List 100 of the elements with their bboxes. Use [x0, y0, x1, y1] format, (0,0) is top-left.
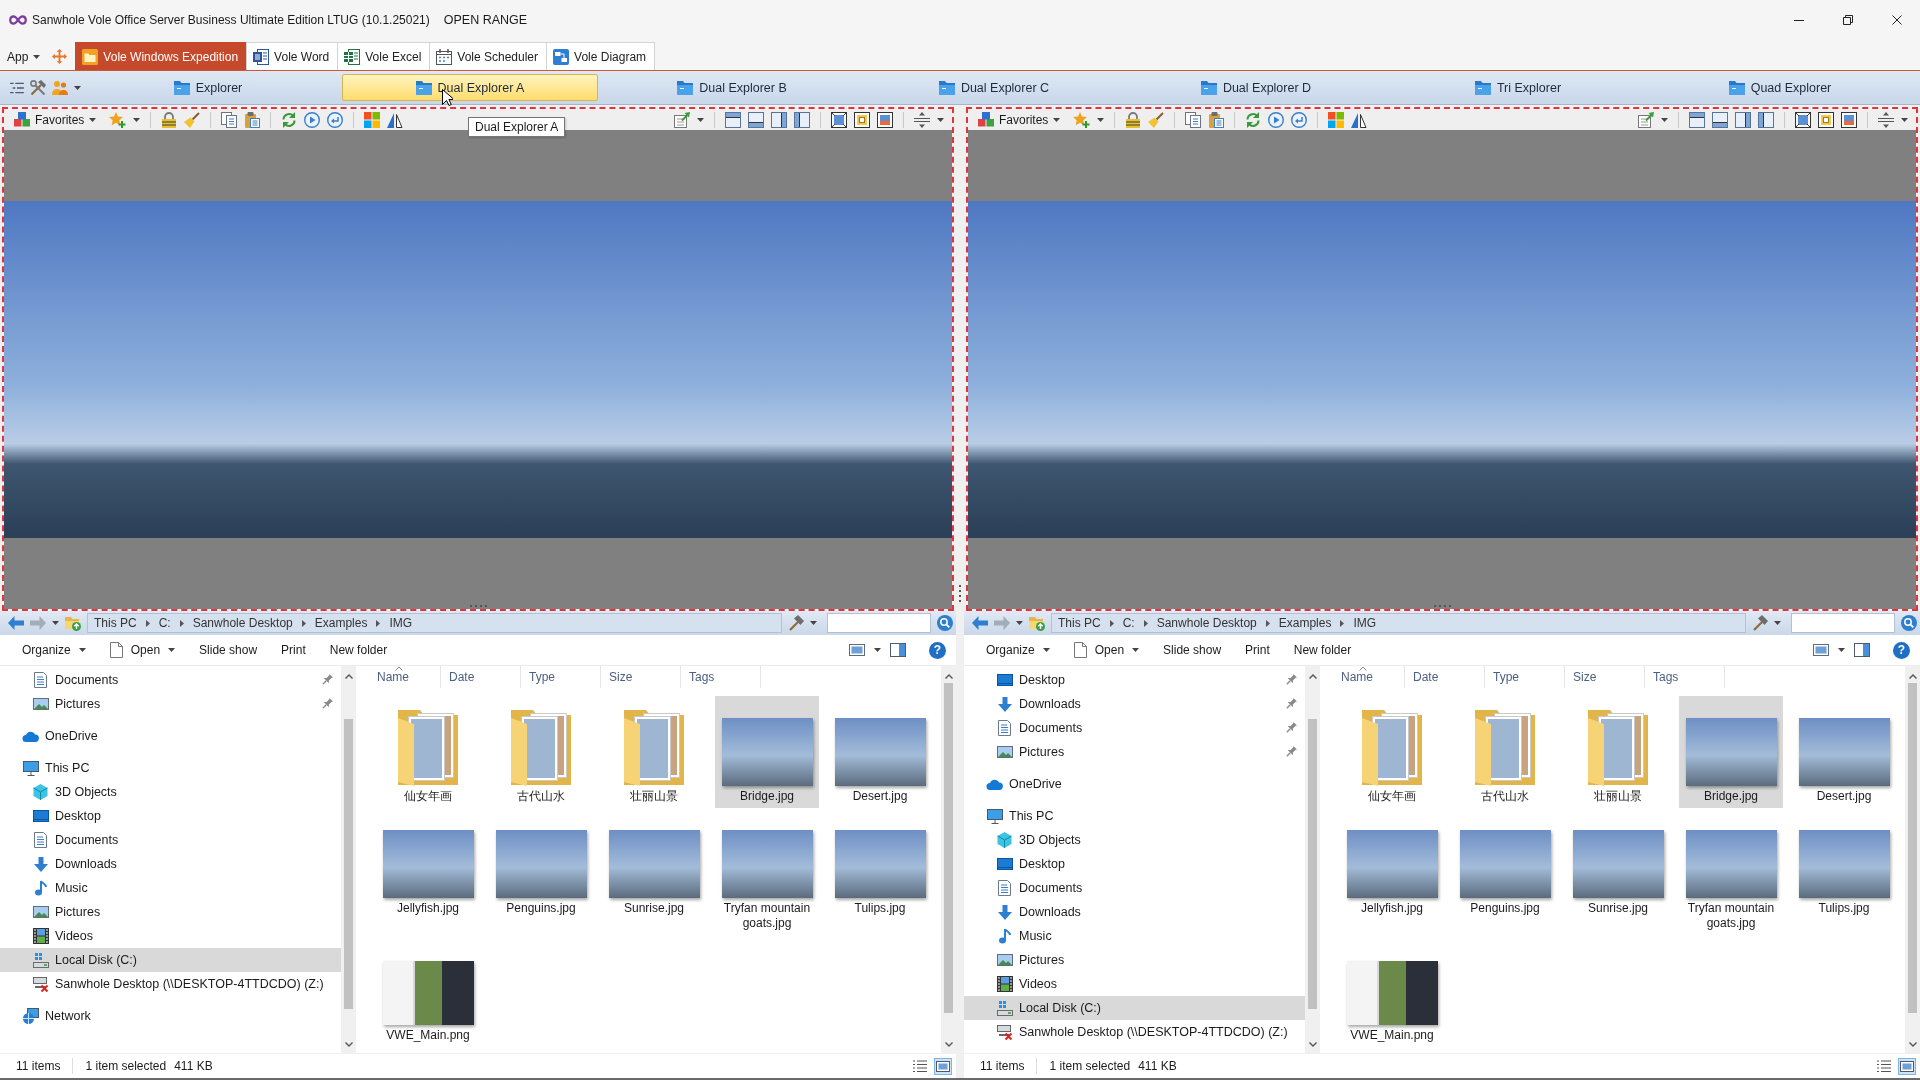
nav-item[interactable]: OneDrive	[964, 772, 1305, 796]
pane-right-icon[interactable]	[1735, 111, 1751, 128]
ribbon-tab[interactable]: Vole Word	[246, 42, 339, 70]
explorer-tab[interactable]: Dual Explorer B	[604, 74, 860, 101]
nav-item[interactable]: Music	[0, 876, 341, 900]
command-button[interactable]: Slide show	[1151, 637, 1234, 663]
file-item[interactable]: Sunrise.jpg	[1566, 808, 1670, 920]
nav-item[interactable]: Local Disk (C:)	[0, 948, 341, 972]
command-button[interactable]: Open	[1061, 637, 1152, 663]
nav-item[interactable]: Downloads	[0, 852, 341, 876]
file-item[interactable]: Jellyfish.jpg	[376, 808, 480, 920]
splitter-icon[interactable]	[914, 111, 930, 128]
copy-icon[interactable]	[1185, 111, 1202, 128]
file-item[interactable]: Desert.jpg	[828, 696, 932, 808]
caret-icon[interactable]	[1901, 117, 1908, 122]
nav-item[interactable]: This PC	[964, 804, 1305, 828]
clipboard-icon[interactable]	[1208, 111, 1225, 128]
nav-item[interactable]: Documents	[964, 716, 1305, 740]
breadcrumb-item[interactable]: IMG	[389, 616, 413, 630]
file-item[interactable]: 仙女年画	[376, 696, 480, 808]
nav-item[interactable]: Pictures	[964, 740, 1305, 764]
breadcrumb-item[interactable]: Examples	[1278, 616, 1332, 630]
caret-icon[interactable]	[52, 621, 59, 625]
nav-item[interactable]: Sanwhole Desktop (\\DESKTOP-4TTDCDO) (Z:)	[0, 972, 341, 996]
nav-item[interactable]: Desktop	[964, 852, 1305, 876]
explorer-tab[interactable]: Tri Explorer	[1390, 74, 1646, 101]
explorer-tab[interactable]: Dual Explorer C	[866, 74, 1122, 101]
chevron-icon[interactable]	[1340, 619, 1345, 627]
search-field[interactable]	[827, 613, 931, 633]
breadcrumb-item[interactable]: C:	[158, 616, 171, 630]
play-icon[interactable]	[304, 111, 321, 128]
help-button[interactable]: ?	[1893, 641, 1910, 659]
nav-item[interactable]: Videos	[964, 972, 1305, 996]
scroll-up-icon[interactable]	[344, 674, 353, 679]
breadcrumb-item[interactable]: IMG	[1353, 616, 1377, 630]
ribbon-tab[interactable]: Vole Windows Expedition	[75, 42, 248, 70]
chevron-icon[interactable]	[1265, 619, 1270, 627]
pane-bottom-icon[interactable]	[748, 111, 764, 128]
command-button[interactable]: Open	[97, 637, 188, 663]
nav-item[interactable]: Desktop	[964, 668, 1305, 692]
restore-icon[interactable]	[1843, 15, 1853, 25]
indent-list-icon[interactable]	[10, 81, 24, 94]
column-header[interactable]: Tags	[1645, 666, 1725, 688]
lock-icon[interactable]	[161, 111, 178, 128]
refresh-icon[interactable]	[281, 111, 298, 128]
hammer-icon[interactable]	[788, 615, 804, 631]
file-item[interactable]: Penguins.jpg	[1453, 808, 1557, 920]
caret-icon[interactable]	[697, 117, 704, 122]
ribbon-tab[interactable]: Vole Excel	[337, 42, 431, 70]
nav-item[interactable]: Documents	[0, 668, 341, 692]
file-item[interactable]: Jellyfish.jpg	[1340, 808, 1444, 920]
command-button[interactable]: Organize	[974, 637, 1062, 663]
search-icon[interactable]	[1901, 615, 1917, 631]
scrollbar-thumb[interactable]	[1308, 719, 1317, 1009]
close-icon[interactable]	[1892, 15, 1902, 25]
star-plus-icon[interactable]	[109, 111, 127, 128]
move-icon[interactable]	[52, 49, 68, 64]
caret-icon[interactable]	[937, 117, 944, 122]
details-view-icon[interactable]	[1875, 1057, 1893, 1075]
app-menu-button[interactable]: App	[7, 43, 41, 70]
column-header[interactable]: Name	[1333, 666, 1405, 688]
file-item[interactable]: Sunrise.jpg	[602, 808, 706, 920]
pin-icon[interactable]	[1285, 746, 1297, 758]
folder-up-icon[interactable]	[65, 615, 81, 631]
column-header[interactable]: Size	[1565, 666, 1645, 688]
scroll-up-icon[interactable]	[1308, 674, 1317, 679]
nav-item[interactable]: Local Disk (C:)	[964, 996, 1305, 1020]
nav-item[interactable]: Music	[964, 924, 1305, 948]
pin-icon[interactable]	[321, 674, 333, 686]
nav-item[interactable]: Downloads	[964, 692, 1305, 716]
caret-icon[interactable]	[1097, 117, 1105, 122]
pin-icon[interactable]	[1285, 698, 1297, 710]
file-item[interactable]: VWE_Main.png	[1340, 935, 1444, 1047]
ribbon-tab[interactable]: Vole Diagram	[546, 42, 656, 70]
file-item[interactable]: Tulips.jpg	[828, 808, 932, 920]
nav-item[interactable]: OneDrive	[0, 724, 341, 748]
column-header[interactable]: Name	[369, 666, 441, 688]
scroll-down-icon[interactable]	[944, 1042, 953, 1047]
frame-icon[interactable]	[854, 111, 870, 128]
file-item[interactable]: 古代山水	[1453, 696, 1557, 808]
mirror-triangles-icon[interactable]	[387, 111, 404, 128]
explorer-tab[interactable]: Quad Explorer	[1652, 74, 1908, 101]
ribbon-tab[interactable]: Vole Scheduler	[429, 42, 548, 70]
breadcrumb-item[interactable]: This PC	[1058, 616, 1101, 630]
help-button[interactable]: ?	[929, 641, 946, 659]
file-item[interactable]: VWE_Main.png	[376, 935, 480, 1047]
back-arrow-icon[interactable]	[972, 616, 988, 630]
preview-pane-icon[interactable]	[890, 643, 906, 657]
pane-left-icon[interactable]	[794, 111, 810, 128]
nav-item[interactable]: Downloads	[964, 900, 1305, 924]
pin-icon[interactable]	[1285, 674, 1297, 686]
column-header[interactable]: Date	[441, 666, 521, 688]
file-item[interactable]: Tryfan mountain goats.jpg	[715, 808, 819, 935]
caret-icon[interactable]	[810, 621, 817, 625]
hammer-icon[interactable]	[1752, 615, 1768, 631]
refresh-icon[interactable]	[1245, 111, 1262, 128]
star-plus-icon[interactable]	[1073, 111, 1091, 128]
view-icon[interactable]	[1813, 644, 1829, 656]
explorer-tab[interactable]: Dual Explorer A	[342, 74, 598, 101]
scroll-up-icon[interactable]	[944, 674, 953, 679]
